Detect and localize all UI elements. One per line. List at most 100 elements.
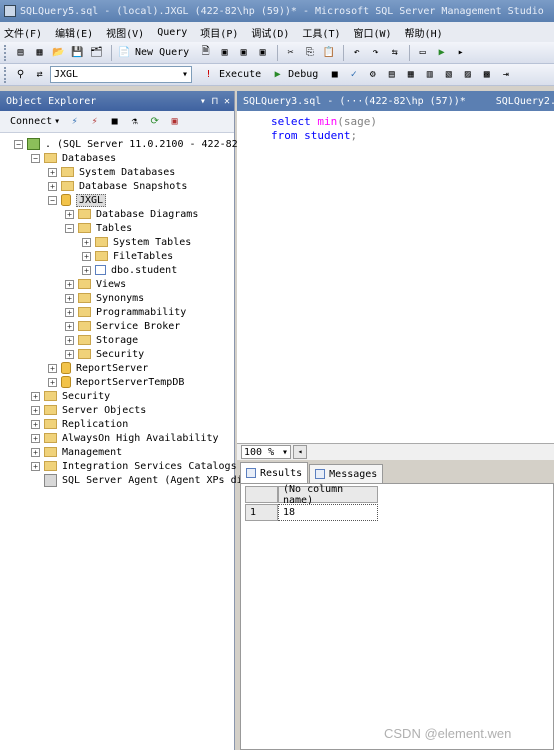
menu-window[interactable]: 窗口(W) xyxy=(353,25,391,40)
navigate-icon[interactable]: ⇆ xyxy=(386,44,403,61)
tree-node-alwayson[interactable]: + AlwaysOn High Availability xyxy=(31,431,219,445)
analysis-query-icon[interactable]: ▣ xyxy=(216,44,233,61)
tree-node-server[interactable]: − . (SQL Server 11.0.2100 - 422-82\hp xyxy=(14,137,256,151)
tab-sqlquery3[interactable]: SQLQuery3.sql - (···(422-82\hp (57))* xyxy=(237,91,472,111)
comment-icon[interactable]: ▨ xyxy=(459,66,476,83)
screen-icon[interactable]: ▭ xyxy=(414,44,431,61)
tree-node-views[interactable]: + Views xyxy=(65,277,126,291)
overflow-icon[interactable]: ▸ xyxy=(452,44,469,61)
expand-toggle-icon[interactable]: + xyxy=(48,377,57,387)
sql-editor[interactable]: select min(sage) from student; xyxy=(253,111,554,443)
tree-node-synonyms[interactable]: + Synonyms xyxy=(65,291,144,305)
expand-toggle-icon[interactable]: + xyxy=(82,265,91,275)
expand-toggle-icon[interactable]: + xyxy=(31,433,40,443)
start-icon[interactable]: ▶ xyxy=(433,44,450,61)
menu-debug[interactable]: 调试(D) xyxy=(251,25,289,40)
expand-toggle-icon[interactable]: + xyxy=(31,419,40,429)
column-header[interactable]: (No column name) xyxy=(278,484,378,506)
indent-icon[interactable]: ⇥ xyxy=(497,66,514,83)
tree-node-tables[interactable]: − Tables xyxy=(65,221,132,235)
results-to-grid-icon[interactable]: ▦ xyxy=(402,66,419,83)
toolbar-grip[interactable] xyxy=(4,66,8,83)
save-icon[interactable]: 💾 xyxy=(69,44,86,61)
expand-toggle-icon[interactable]: + xyxy=(65,349,74,359)
refresh-icon[interactable]: ⟳ xyxy=(146,113,163,130)
collapse-toggle-icon[interactable]: − xyxy=(14,139,23,149)
tree-node-integration-services[interactable]: + Integration Services Catalogs xyxy=(31,459,237,473)
tab-sqlquery2[interactable]: SQLQuery2.sql - ( xyxy=(490,91,554,111)
scroll-left-icon[interactable]: ◂ xyxy=(293,445,307,459)
redo-icon[interactable]: ↷ xyxy=(367,44,384,61)
menu-tools[interactable]: 工具(T) xyxy=(302,25,340,40)
expand-toggle-icon[interactable]: + xyxy=(31,391,40,401)
expand-toggle-icon[interactable]: + xyxy=(65,209,74,219)
mdx-query-icon[interactable]: ▣ xyxy=(235,44,252,61)
tree-node-security[interactable]: + Security xyxy=(31,389,110,403)
filter-icon[interactable]: ⚗ xyxy=(126,113,143,130)
tree-node-programmability[interactable]: + Programmability xyxy=(65,305,186,319)
menu-project[interactable]: 项目(P) xyxy=(200,25,238,40)
tab-results[interactable]: Results xyxy=(240,462,309,483)
tree-node-server-objects[interactable]: + Server Objects xyxy=(31,403,146,417)
menu-view[interactable]: 视图(V) xyxy=(106,25,144,40)
tree-node-system-tables[interactable]: + System Tables xyxy=(82,235,191,249)
zoom-select[interactable]: 100 % ▾ xyxy=(241,445,291,459)
connect-dropdown[interactable]: Connect xyxy=(10,116,52,127)
debug-button[interactable]: Debug xyxy=(288,69,318,80)
results-to-text-icon[interactable]: ▥ xyxy=(421,66,438,83)
expand-toggle-icon[interactable]: + xyxy=(31,447,40,457)
menu-file[interactable]: 文件(F) xyxy=(4,25,42,40)
tree-node-databases[interactable]: − Databases xyxy=(31,151,116,165)
expand-toggle-icon[interactable]: + xyxy=(48,363,57,373)
new-project-icon[interactable]: ▤ xyxy=(12,44,29,61)
tab-messages[interactable]: Messages xyxy=(309,464,384,483)
display-plan-icon[interactable]: ⚙ xyxy=(364,66,381,83)
xmla-query-icon[interactable]: ▣ xyxy=(254,44,271,61)
tree-node-dbo-student[interactable]: + dbo.student xyxy=(82,263,177,277)
tree-node-service-broker[interactable]: + Service Broker xyxy=(65,319,180,333)
connect-object-icon[interactable]: ⚡ xyxy=(66,113,83,130)
save-all-icon[interactable]: 🗂 xyxy=(88,44,105,61)
expand-toggle-icon[interactable]: + xyxy=(82,251,91,261)
menu-query[interactable]: Query xyxy=(157,27,187,38)
activity-monitor-icon[interactable]: ▣ xyxy=(166,113,183,130)
menu-edit[interactable]: 编辑(E) xyxy=(55,25,93,40)
tree-node-storage[interactable]: + Storage xyxy=(65,333,138,347)
toolbar-grip[interactable] xyxy=(4,44,8,61)
tree-node-replication[interactable]: + Replication xyxy=(31,417,128,431)
chevron-down-icon[interactable]: ▾ xyxy=(54,116,60,127)
tree-node-jxgl[interactable]: − JXGL xyxy=(48,193,107,207)
tree-node-db-security[interactable]: + Security xyxy=(65,347,144,361)
tree-node-system-databases[interactable]: + System Databases xyxy=(48,165,175,179)
paste-icon[interactable]: 📋 xyxy=(320,44,337,61)
row-header[interactable]: 1 xyxy=(245,504,278,521)
copy-icon[interactable]: ⎘ xyxy=(301,44,318,61)
tree-node-sql-server-agent[interactable]: SQL Server Agent (Agent XPs dis xyxy=(44,473,249,487)
collapse-toggle-icon[interactable]: − xyxy=(48,195,57,205)
stop-icon[interactable]: ■ xyxy=(106,113,123,130)
stop-icon[interactable]: ■ xyxy=(326,66,343,83)
tree-node-management[interactable]: + Management xyxy=(31,445,122,459)
database-select[interactable]: JXGL ▾ xyxy=(50,66,192,83)
parse-icon[interactable]: ✓ xyxy=(345,66,362,83)
grid-cell[interactable]: 18 xyxy=(278,504,378,521)
add-item-icon[interactable]: ▦ xyxy=(31,44,48,61)
expand-toggle-icon[interactable]: + xyxy=(48,181,57,191)
expand-toggle-icon[interactable]: + xyxy=(31,461,40,471)
tree-node-database-snapshots[interactable]: + Database Snapshots xyxy=(48,179,187,193)
expand-toggle-icon[interactable]: + xyxy=(82,237,91,247)
collapse-toggle-icon[interactable]: − xyxy=(65,223,74,233)
expand-toggle-icon[interactable]: + xyxy=(65,293,74,303)
query-designer-icon[interactable]: ▤ xyxy=(383,66,400,83)
collapse-toggle-icon[interactable]: − xyxy=(31,153,40,163)
execute-icon[interactable]: ! xyxy=(200,66,217,83)
cut-icon[interactable]: ✂ xyxy=(282,44,299,61)
tree-node-database-diagrams[interactable]: + Database Diagrams xyxy=(65,207,198,221)
new-query-icon[interactable]: 📄 xyxy=(116,44,133,61)
panel-pin-close-icons[interactable]: ▾ ⊓ ✕ xyxy=(200,96,230,107)
expand-toggle-icon[interactable]: + xyxy=(65,307,74,317)
open-file-icon[interactable]: 📂 xyxy=(50,44,67,61)
results-to-file-icon[interactable]: ▧ xyxy=(440,66,457,83)
undo-icon[interactable]: ↶ xyxy=(348,44,365,61)
expand-toggle-icon[interactable]: + xyxy=(65,335,74,345)
